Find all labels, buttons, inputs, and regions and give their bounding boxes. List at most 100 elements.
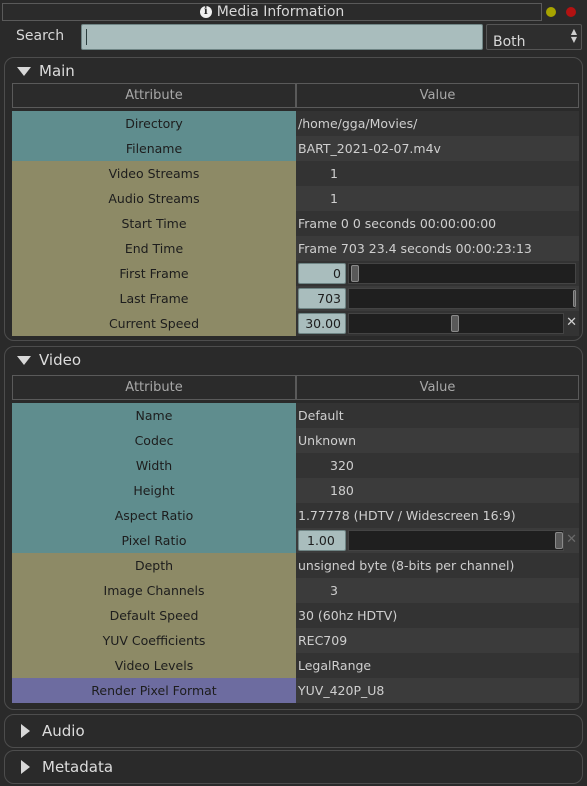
table-row: Depth unsigned byte (8-bits per channel) [12,553,579,578]
value-cell: 1.00 ✕ [296,528,579,553]
attribute-label: Height [12,478,296,503]
select-arrows-icon: ▲ ▼ [570,27,577,44]
value-cell: 0 [296,261,579,286]
value-text: BART_2021-02-07.m4v [296,136,579,161]
reset-pixel-ratio-close-icon[interactable]: ✕ [566,532,577,547]
column-header-attribute[interactable]: Attribute [12,83,296,108]
attribute-label: Image Channels [12,578,296,603]
slider-handle[interactable] [451,315,459,332]
table-row: Filename BART_2021-02-07.m4v [12,136,579,161]
current-speed-slider[interactable] [348,313,564,334]
first-frame-slider[interactable] [348,263,576,284]
column-header-attribute[interactable]: Attribute [12,375,296,400]
value-cell: 30.00 ✕ [296,311,579,336]
metadata-section-title: Metadata [42,758,114,776]
attribute-label: Video Streams [12,161,296,186]
last-frame-input[interactable]: 703 [298,288,346,309]
search-mode-select[interactable]: Both ▲ ▼ [486,24,582,50]
column-header-value[interactable]: Value [296,83,579,108]
value-text: 3 [296,578,579,603]
table-row: Codec Unknown [12,428,579,453]
value-text: 1 [296,186,579,211]
value-text: YUV_420P_U8 [296,678,579,703]
table-row: YUV Coefficients REC709 [12,628,579,653]
metadata-section: Metadata [4,750,583,784]
value-text: 30 (60hz HDTV) [296,603,579,628]
table-row: Image Channels 3 [12,578,579,603]
value-text: 320 [296,453,579,478]
expand-triangle-icon [21,724,30,738]
expand-triangle-icon [21,760,30,774]
video-section-title: Video [39,351,82,369]
attribute-label: Pixel Ratio [12,528,296,553]
slider-handle[interactable] [573,290,576,307]
table-row: Height 180 [12,478,579,503]
attribute-label: Audio Streams [12,186,296,211]
value-text: 1 [296,161,579,186]
main-section: Main Attribute Value Directory /home/gga… [4,57,583,341]
metadata-section-header[interactable]: Metadata [17,756,113,778]
attribute-label: Width [12,453,296,478]
attribute-label: YUV Coefficients [12,628,296,653]
table-row: Directory /home/gga/Movies/ [12,111,579,136]
pixel-ratio-slider[interactable] [348,530,564,551]
attribute-label: First Frame [12,261,296,286]
pixel-ratio-input[interactable]: 1.00 [298,530,346,551]
attribute-label: Codec [12,428,296,453]
value-text: Default [296,403,579,428]
minimize-button[interactable] [546,7,556,17]
attribute-label: Last Frame [12,286,296,311]
table-row: Aspect Ratio 1.77778 (HDTV / Widescreen … [12,503,579,528]
video-section-header[interactable]: Video [17,349,81,371]
value-text: Unknown [296,428,579,453]
last-frame-slider[interactable] [348,288,576,309]
main-section-title: Main [39,62,75,80]
attribute-label: Name [12,403,296,428]
audio-section-title: Audio [42,722,85,740]
table-row: First Frame 0 [12,261,579,286]
audio-section-header[interactable]: Audio [17,720,85,742]
value-text: LegalRange [296,653,579,678]
attribute-label: Start Time [12,211,296,236]
slider-handle[interactable] [555,532,563,549]
video-section: Video Attribute Value Name Default Codec… [4,346,583,710]
table-row: Start Time Frame 0 0 seconds 00:00:00:00 [12,211,579,236]
search-input[interactable] [81,24,483,50]
value-text: Frame 703 23.4 seconds 00:00:23:13 [296,236,579,261]
table-row: Width 320 [12,453,579,478]
main-section-header[interactable]: Main [17,60,75,82]
attribute-label: Default Speed [12,603,296,628]
slider-handle[interactable] [351,265,359,282]
value-text: unsigned byte (8-bits per channel) [296,553,579,578]
table-row: Video Levels LegalRange [12,653,579,678]
value-text: Frame 0 0 seconds 00:00:00:00 [296,211,579,236]
value-text: 1.77778 (HDTV / Widescreen 16:9) [296,503,579,528]
first-frame-input[interactable]: 0 [298,263,346,284]
value-text: /home/gga/Movies/ [296,111,579,136]
table-row: Audio Streams 1 [12,186,579,211]
info-icon: i [199,6,212,18]
value-text: REC709 [296,628,579,653]
audio-section: Audio [4,714,583,748]
value-cell: 703 [296,286,579,311]
table-row: Default Speed 30 (60hz HDTV) [12,603,579,628]
close-button[interactable] [566,7,576,17]
table-row: Pixel Ratio 1.00 ✕ [12,528,579,553]
table-row: Name Default [12,403,579,428]
table-row: Last Frame 703 [12,286,579,311]
reset-speed-close-icon[interactable]: ✕ [566,315,577,330]
attribute-label: Depth [12,553,296,578]
attribute-label: Render Pixel Format [12,678,296,703]
window-title-bar[interactable]: i Media Information [2,3,542,21]
current-speed-input[interactable]: 30.00 [298,313,346,334]
attribute-label: Directory [12,111,296,136]
table-row: Render Pixel Format YUV_420P_U8 [12,678,579,703]
value-text: 180 [296,478,579,503]
collapse-triangle-icon [17,66,31,76]
search-label: Search [16,28,65,44]
attribute-label: Current Speed [12,311,296,336]
table-row: Current Speed 30.00 ✕ [12,311,579,336]
search-bar: Search Both ▲ ▼ [0,22,587,52]
attribute-label: Filename [12,136,296,161]
column-header-value[interactable]: Value [296,375,579,400]
